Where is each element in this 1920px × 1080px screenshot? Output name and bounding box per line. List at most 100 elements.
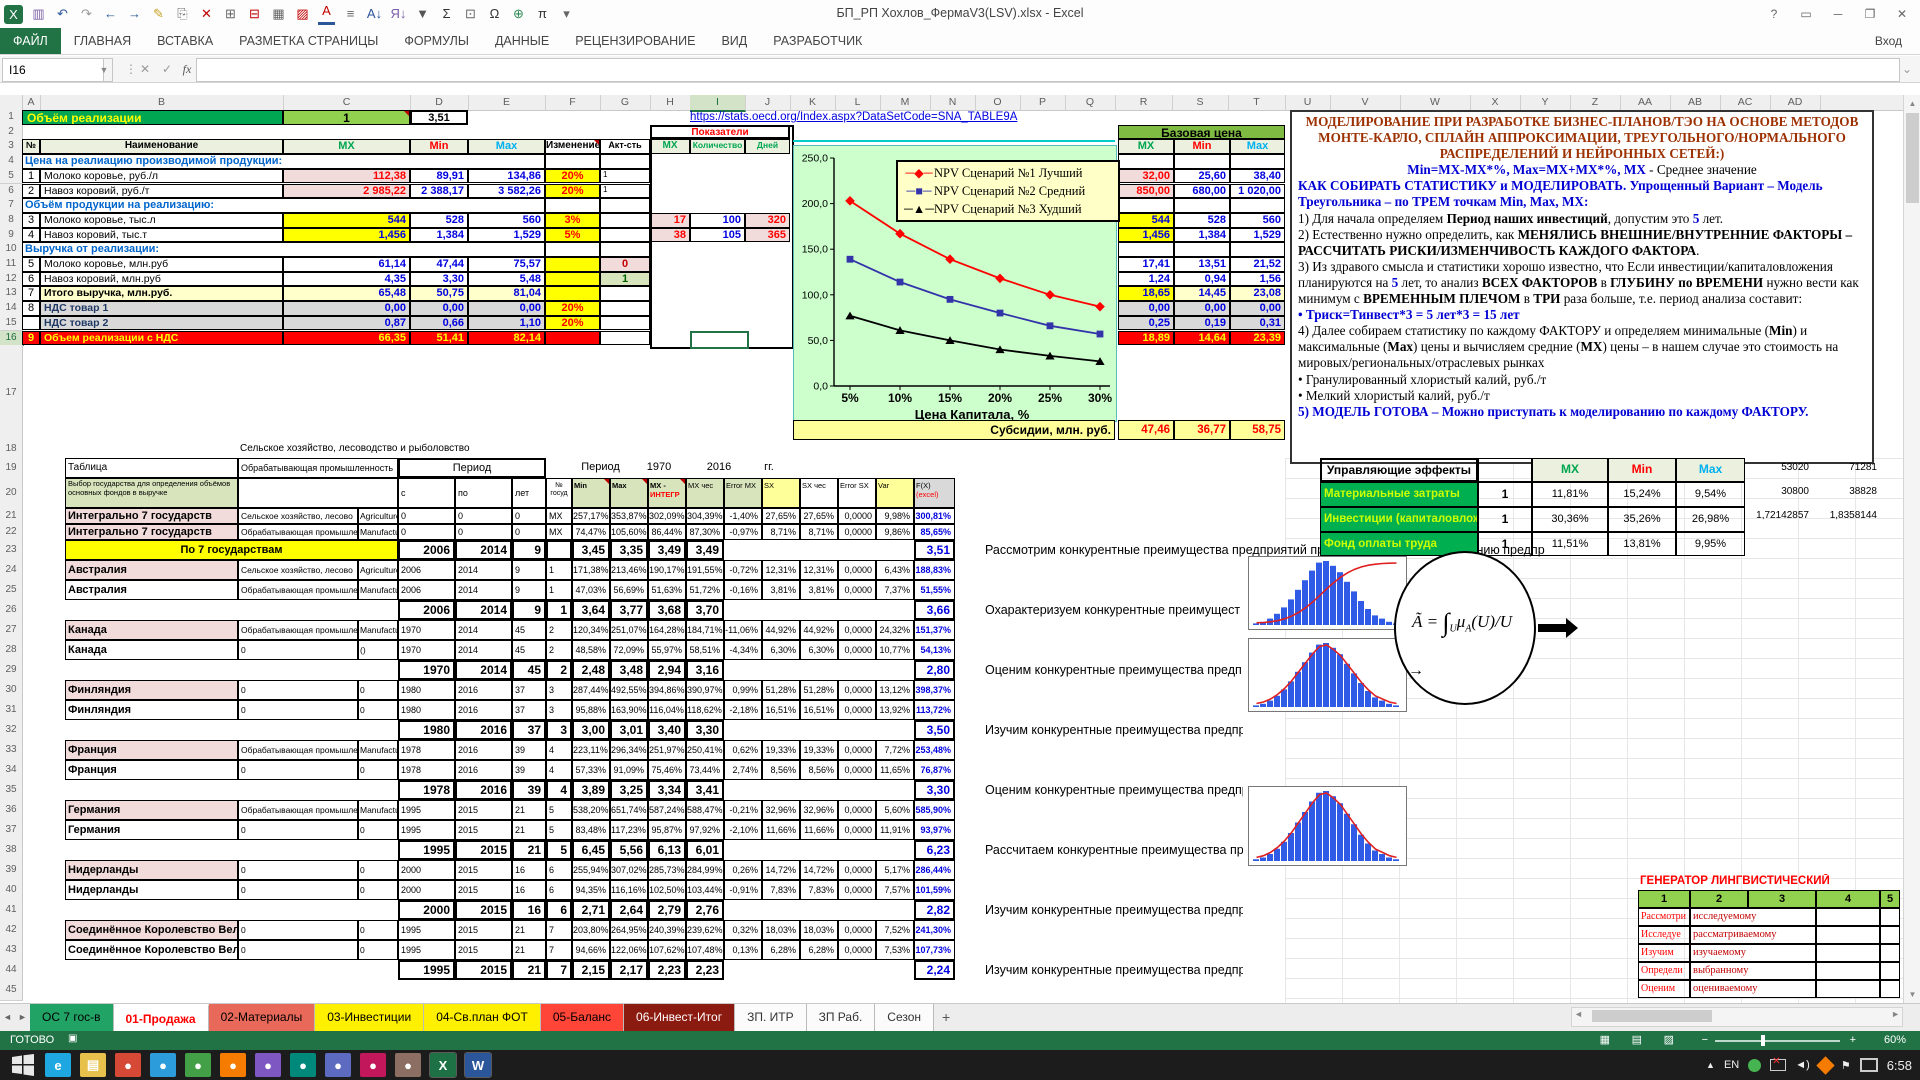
word-icon[interactable]: W (465, 1053, 491, 1077)
row-activity-empty[interactable] (600, 316, 650, 331)
base-price-empty[interactable] (1174, 154, 1230, 169)
sheet-tab-04-Св.план ФОТ[interactable]: 04-Св.план ФОТ (424, 1004, 541, 1032)
ribbon-tab-вставка[interactable]: ВСТАВКА (144, 28, 226, 54)
summary-fx[interactable]: 2,24 (914, 960, 955, 980)
row-max[interactable]: 1,10 (468, 316, 545, 331)
base-price-value[interactable]: 528 (1174, 213, 1230, 228)
country-period[interactable]: 45 (512, 640, 546, 660)
row-header-10[interactable]: 10 (0, 242, 23, 258)
row-header-5[interactable]: 5 (0, 169, 23, 185)
col-header-no[interactable]: № (22, 139, 40, 154)
macro-record-icon[interactable]: ▣ (68, 1033, 77, 1044)
column-header-D[interactable]: D (410, 95, 469, 110)
row-min[interactable]: 47,44 (410, 257, 468, 272)
country-period[interactable]: 6 (546, 860, 572, 880)
volume-tray-icon[interactable]: ◄) (1795, 1059, 1810, 1071)
country-stat[interactable]: 240,39% (648, 920, 686, 940)
row-max[interactable]: 560 (468, 213, 545, 228)
row-no[interactable] (22, 316, 40, 331)
summary-fx[interactable]: 6,23 (914, 840, 955, 860)
base-price-value[interactable]: 1,529 (1230, 228, 1285, 243)
country-stat[interactable]: 13,92% (876, 700, 914, 720)
row-min[interactable]: 51,41 (410, 331, 468, 346)
generator-empty[interactable] (1880, 962, 1900, 980)
country-stat[interactable]: 255,94% (572, 860, 610, 880)
row-name[interactable]: Итого выручка, млн.руб. (40, 286, 283, 301)
base-price-empty[interactable] (1230, 242, 1285, 257)
column-header-AA[interactable]: AA (1620, 95, 1671, 110)
row-mx[interactable]: 2 985,22 (283, 184, 410, 199)
summary-period[interactable]: 1 (546, 600, 572, 620)
country-stat[interactable]: 97,92% (686, 820, 724, 840)
country-name[interactable]: Нидерланды (65, 860, 238, 880)
row-header-37[interactable]: 37 (0, 820, 23, 841)
battery-tray-icon[interactable]: ✕ (1770, 1059, 1786, 1071)
country-period[interactable]: 37 (512, 680, 546, 700)
base-price-value[interactable]: 1 020,00 (1230, 184, 1285, 199)
country-stat[interactable]: 223,11% (572, 740, 610, 760)
row-min[interactable]: 50,75 (410, 286, 468, 301)
country-stat[interactable]: 0,26% (724, 860, 762, 880)
select-all-corner[interactable] (0, 95, 23, 110)
row-header-4[interactable]: 4 (0, 154, 23, 170)
period-col-header[interactable]: с (398, 478, 455, 508)
row-no[interactable]: 3 (22, 213, 40, 228)
country-stat[interactable]: 75,46% (648, 760, 686, 780)
row-change[interactable] (545, 272, 600, 287)
country-stat[interactable]: 5,60% (876, 800, 914, 820)
country-name[interactable]: Канада (65, 620, 238, 640)
row-header-29[interactable]: 29 (0, 660, 23, 681)
zoom-in-button[interactable]: + (1850, 1034, 1856, 1046)
country-stat[interactable]: 0,0000 (838, 820, 876, 840)
row-no[interactable]: 2 (22, 184, 40, 199)
generator-col-header[interactable]: 5 (1880, 890, 1900, 908)
column-header-AB[interactable]: AB (1670, 95, 1721, 110)
cancel-icon[interactable]: ✕ (134, 58, 156, 80)
base-price-header-1[interactable]: Min (1174, 139, 1230, 154)
country-stat[interactable]: 264,95% (610, 920, 648, 940)
country-stat[interactable]: 0,0000 (838, 760, 876, 780)
base-price-value[interactable]: 1,384 (1174, 228, 1230, 243)
restore-button[interactable]: ❐ (1856, 3, 1884, 25)
excel-icon[interactable]: X (430, 1053, 456, 1077)
country-period[interactable]: 2015 (455, 820, 512, 840)
base-price-value[interactable]: 0,25 (1118, 316, 1174, 331)
country-period[interactable]: 39 (512, 740, 546, 760)
country-stat[interactable]: 11,66% (762, 820, 800, 840)
flag-tray-icon[interactable]: ⚑ (1841, 1059, 1851, 1072)
column-header-A[interactable]: A (22, 95, 41, 110)
country-desc[interactable]: 0 (238, 820, 358, 840)
country-stat[interactable]: 285,73% (648, 860, 686, 880)
row-header-8[interactable]: 8 (0, 213, 23, 229)
country-stat[interactable]: 12,31% (800, 560, 838, 580)
summary-value[interactable]: 3,41 (686, 780, 724, 800)
pinned-app-6-icon[interactable]: ● (290, 1053, 316, 1077)
summary-period[interactable]: 1995 (398, 840, 455, 860)
country-period[interactable]: 1980 (398, 680, 455, 700)
country-stat[interactable]: 251,97% (648, 740, 686, 760)
country-period[interactable]: 2000 (398, 880, 455, 900)
column-header-F[interactable]: F (545, 95, 601, 110)
country-stat[interactable]: 48,58% (572, 640, 610, 660)
row-mx[interactable]: 112,38 (283, 169, 410, 184)
generator-empty[interactable] (1816, 962, 1880, 980)
summary-value[interactable]: 3,48 (610, 660, 648, 680)
country-stat[interactable]: -2,10% (724, 820, 762, 840)
country-stat[interactable]: 76,87% (914, 760, 955, 780)
column-header-G[interactable]: G (600, 95, 651, 110)
subsidy-value[interactable]: 47,46 (1118, 420, 1174, 440)
country-desc[interactable]: Обрабатывающая промышле (238, 580, 358, 600)
summary-period[interactable]: 1978 (398, 780, 455, 800)
country-stat[interactable]: 73,44% (686, 760, 724, 780)
effects-value[interactable]: 13,81% (1608, 532, 1676, 556)
country-stat[interactable]: 6,30% (762, 640, 800, 660)
country-period[interactable]: 5 (546, 820, 572, 840)
country-period[interactable]: MX (546, 524, 572, 540)
row-no[interactable]: 5 (22, 257, 40, 272)
row-change[interactable]: 20% (545, 169, 600, 184)
row-change[interactable]: 20% (545, 301, 600, 316)
country-stat[interactable]: 18,03% (762, 920, 800, 940)
row-activity-empty[interactable] (600, 213, 650, 228)
subsidy-value[interactable]: 58,75 (1230, 420, 1285, 440)
country-stat[interactable]: 54,13% (914, 640, 955, 660)
